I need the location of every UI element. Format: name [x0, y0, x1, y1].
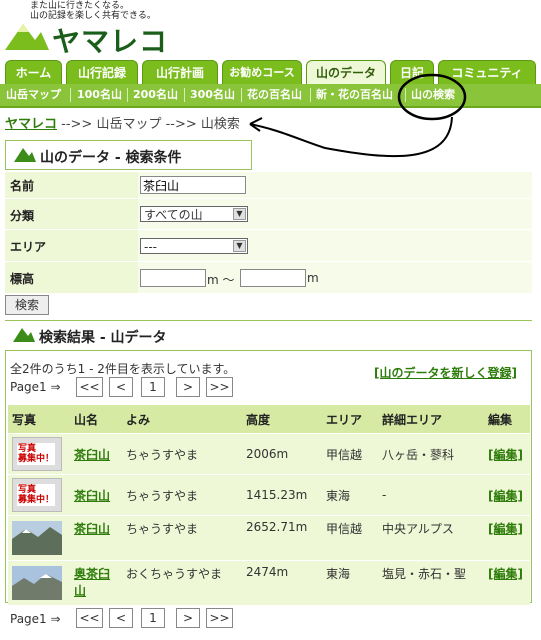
edit-link[interactable]: [編集] [488, 489, 523, 503]
photo-placeholder[interactable]: 写真 募集中！ [12, 437, 62, 471]
pager-prev-button[interactable]: < [109, 608, 133, 628]
detail-area-cell: 中央アルプス [378, 515, 484, 561]
edit-link[interactable]: [編集] [488, 448, 523, 462]
form-row-area: エリア --- ▼ [5, 230, 532, 262]
elevation-unit-range: m ～ [207, 273, 235, 287]
photo-placeholder-text: 写真 募集中！ [17, 484, 56, 506]
table-row: 奥茶臼山 おくちゃうすやま 2474m 東海 塩見・赤石・聖 [編集] [8, 560, 530, 605]
pager-next-button[interactable]: > [176, 608, 200, 628]
pager-prev-button[interactable]: < [109, 377, 133, 397]
class-label: 分類 [10, 209, 35, 223]
height-cell: 2474m [242, 560, 322, 605]
name-input[interactable] [140, 176, 246, 194]
results-table: 写真 山名 よみ 高度 エリア 詳細エリア 編集 写真 募集中！ 茶臼山 ちゃう… [8, 405, 530, 605]
mountain-name-link[interactable]: 茶臼山 [74, 522, 110, 536]
col-detail-area: 詳細エリア [378, 405, 484, 434]
mountain-photo-thumbnail[interactable] [12, 521, 62, 555]
col-area: エリア [322, 405, 378, 434]
register-mountain-link[interactable]: [山のデータを新しく登録] [374, 364, 517, 381]
class-select-value: すべての山 [144, 208, 203, 222]
area-cell: 東海 [322, 560, 378, 605]
results-summary: 全2件のうち1 - 2件目を表示しています。 [10, 362, 236, 376]
elevation-min-input[interactable] [140, 269, 206, 287]
table-row: 茶臼山 ちゃうすやま 2652.71m 甲信越 中央アルプス [編集] [8, 515, 530, 561]
mountain-name-link[interactable]: 奥茶臼山 [74, 567, 110, 598]
col-edit: 編集 [484, 405, 530, 434]
height-cell: 1415.23m [242, 474, 322, 516]
pager-page-label: Page1 ⇒ [10, 380, 61, 394]
form-row-class: 分類 すべての山 ▼ [5, 199, 532, 230]
annotation-circle [397, 73, 467, 121]
yomi-cell: ちゃうすやま [122, 515, 242, 561]
pager-first-button[interactable]: << [76, 377, 103, 397]
pager-last-button[interactable]: >> [206, 608, 233, 628]
search-submit-button[interactable]: 検索 [5, 295, 49, 315]
area-cell: 甲信越 [322, 515, 378, 561]
col-photo: 写真 [8, 405, 70, 434]
height-cell: 2006m [242, 433, 322, 475]
table-row: 写真 募集中！ 茶臼山 ちゃうすやま 2006m 甲信越 八ヶ岳・蓼科 [編集] [8, 433, 530, 475]
name-label: 名前 [10, 179, 35, 193]
col-name: 山名 [70, 405, 122, 434]
form-row-elevation: 標高 m ～ m [5, 262, 532, 294]
photo-cell [8, 515, 70, 561]
pager-page-1-button[interactable]: 1 [141, 608, 165, 628]
elevation-unit: m [307, 271, 319, 285]
area-cell: 甲信越 [322, 433, 378, 475]
photo-cell: 写真 募集中！ [8, 433, 70, 475]
edit-link[interactable]: [編集] [488, 522, 523, 536]
elevation-label: 標高 [10, 272, 35, 286]
pager-last-button[interactable]: >> [206, 377, 233, 397]
photo-cell [8, 560, 70, 605]
detail-area-cell: - [378, 474, 484, 516]
elevation-max-input[interactable] [240, 269, 306, 287]
pager-next-button[interactable]: > [176, 377, 200, 397]
mountain-name-link[interactable]: 茶臼山 [74, 448, 110, 462]
photo-placeholder-text: 写真 募集中！ [17, 443, 56, 465]
table-row: 写真 募集中！ 茶臼山 ちゃうすやま 1415.23m 東海 - [編集] [8, 474, 530, 516]
photo-placeholder[interactable]: 写真 募集中！ [12, 478, 62, 512]
mountain-name-link[interactable]: 茶臼山 [74, 489, 110, 503]
col-yomi: よみ [122, 405, 242, 434]
area-select[interactable]: --- ▼ [140, 238, 248, 254]
area-cell: 東海 [322, 474, 378, 516]
pager-page-1-button[interactable]: 1 [141, 377, 165, 397]
edit-link[interactable]: [編集] [488, 567, 523, 581]
detail-area-cell: 八ヶ岳・蓼科 [378, 433, 484, 475]
pager-page-label: Page1 ⇒ [10, 612, 61, 626]
photo-cell: 写真 募集中！ [8, 474, 70, 516]
table-header-row: 写真 山名 よみ 高度 エリア 詳細エリア 編集 [8, 405, 530, 434]
mountain-icon [13, 328, 35, 342]
yomi-cell: ちゃうすやま [122, 433, 242, 475]
search-section-header: 山のデータ - 検索条件 [5, 140, 252, 170]
yomi-cell: ちゃうすやま [122, 474, 242, 516]
results-section-header: 検索結果 - 山データ [5, 321, 532, 351]
dropdown-arrow-icon: ▼ [233, 240, 246, 252]
form-row-name: 名前 [5, 172, 532, 199]
area-label: エリア [10, 240, 47, 254]
pager-first-button[interactable]: << [76, 608, 103, 628]
class-select[interactable]: すべての山 ▼ [140, 206, 248, 222]
results-section-title: 検索結果 - 山データ [39, 330, 167, 346]
dropdown-arrow-icon: ▼ [233, 208, 246, 220]
detail-area-cell: 塩見・赤石・聖 [378, 560, 484, 605]
yomi-cell: おくちゃうすやま [122, 560, 242, 605]
col-height: 高度 [242, 405, 322, 434]
mountain-icon [14, 148, 36, 162]
area-select-value: --- [144, 240, 157, 254]
mountain-photo-thumbnail[interactable] [12, 566, 62, 600]
annotation-arrow [249, 116, 453, 158]
height-cell: 2652.71m [242, 515, 322, 561]
search-section-title: 山のデータ - 検索条件 [40, 150, 182, 166]
